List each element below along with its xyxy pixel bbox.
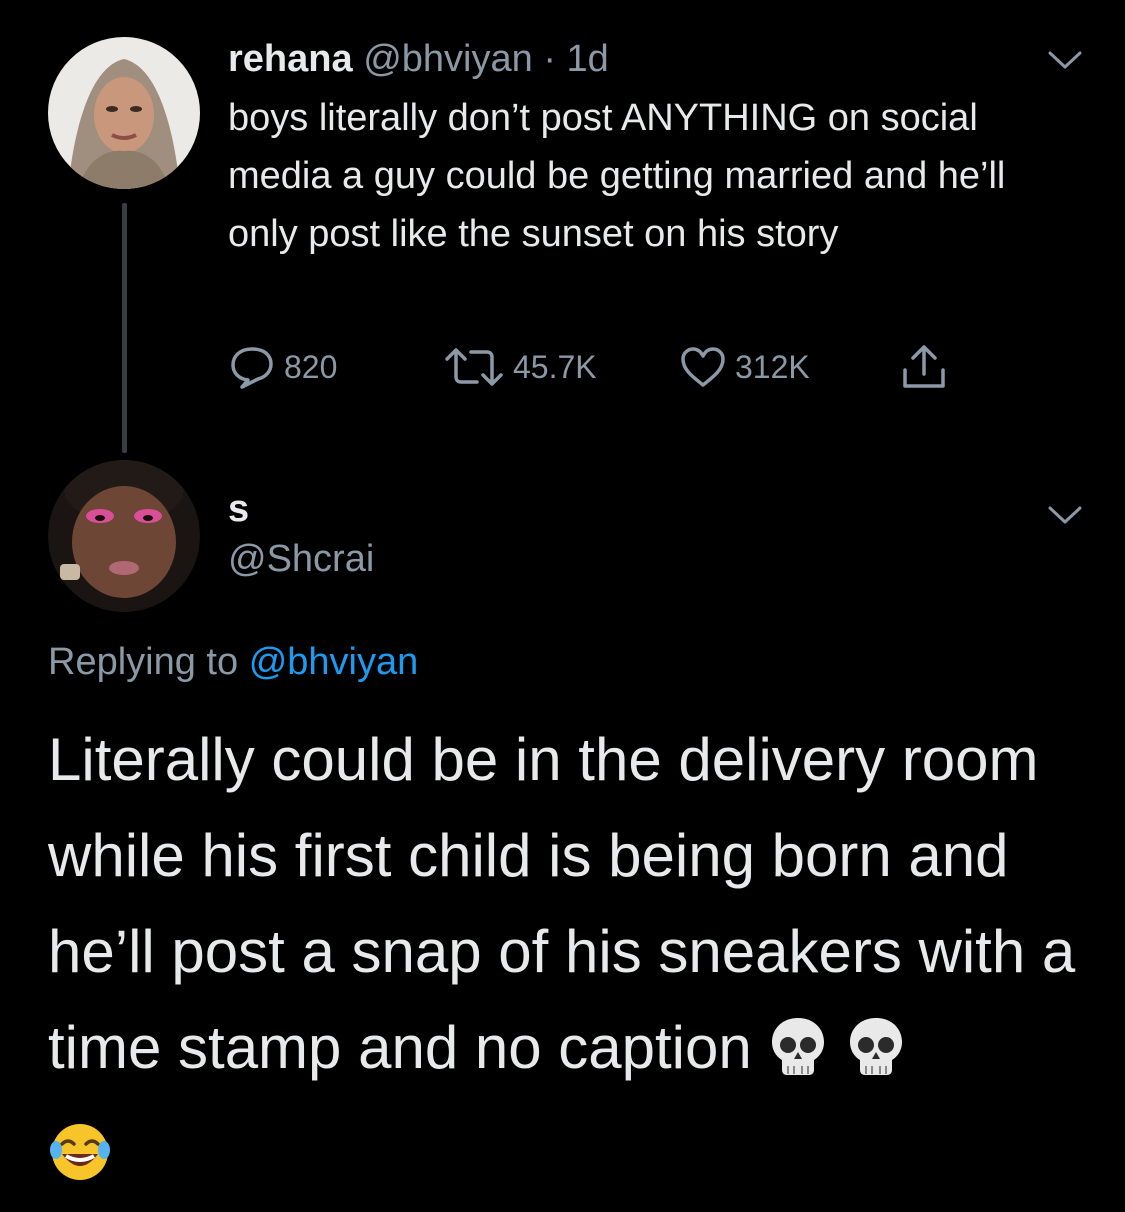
parent-tweet-text: boys literally don’t post ANYTHING on so… [228,97,1006,255]
reply-tweet-body: Literally could be in the delivery room … [48,712,1098,1212]
reply-author-name[interactable]: s [228,488,249,531]
like-count: 312K [735,348,810,385]
avatar-shcrai-image [48,460,200,612]
replying-to-prefix: Replying to [48,641,239,683]
thread-connector-line [122,203,127,453]
retweet-count: 45.7K [513,348,597,385]
reply-button[interactable]: 820 [228,345,337,389]
reply-author-handle[interactable]: @Shcrai [228,538,374,581]
chevron-down-icon[interactable] [1046,503,1084,527]
reply-icon [231,347,273,389]
share-icon [903,345,945,388]
replying-to: Replying to @bhviyan [48,637,418,687]
retweet-icon [445,348,503,386]
replying-to-handle[interactable]: @bhviyan [249,641,419,683]
parent-author-handle[interactable]: @bhviyan [363,38,533,80]
parent-author-name[interactable]: rehana [228,38,353,80]
reply-count: 820 [284,348,338,385]
share-button[interactable] [900,345,956,389]
skull-emoji-icon [844,1010,908,1106]
reply-tweet-text: Literally could be in the delivery room … [48,726,1076,1081]
parent-tweet-header: rehana @bhviyan · 1d [228,36,609,82]
joy-emoji-icon [48,1116,112,1212]
avatar-shcrai[interactable] [48,460,200,612]
chevron-down-icon[interactable] [1046,48,1084,72]
retweet-button[interactable]: 45.7K [443,345,597,389]
parent-tweet-time[interactable]: · 1d [543,38,608,80]
heart-icon [681,347,725,387]
avatar-rehana-image [48,37,200,189]
avatar-rehana[interactable] [48,37,200,189]
like-button[interactable]: 312K [679,345,810,389]
skull-emoji-icon [766,1010,830,1106]
